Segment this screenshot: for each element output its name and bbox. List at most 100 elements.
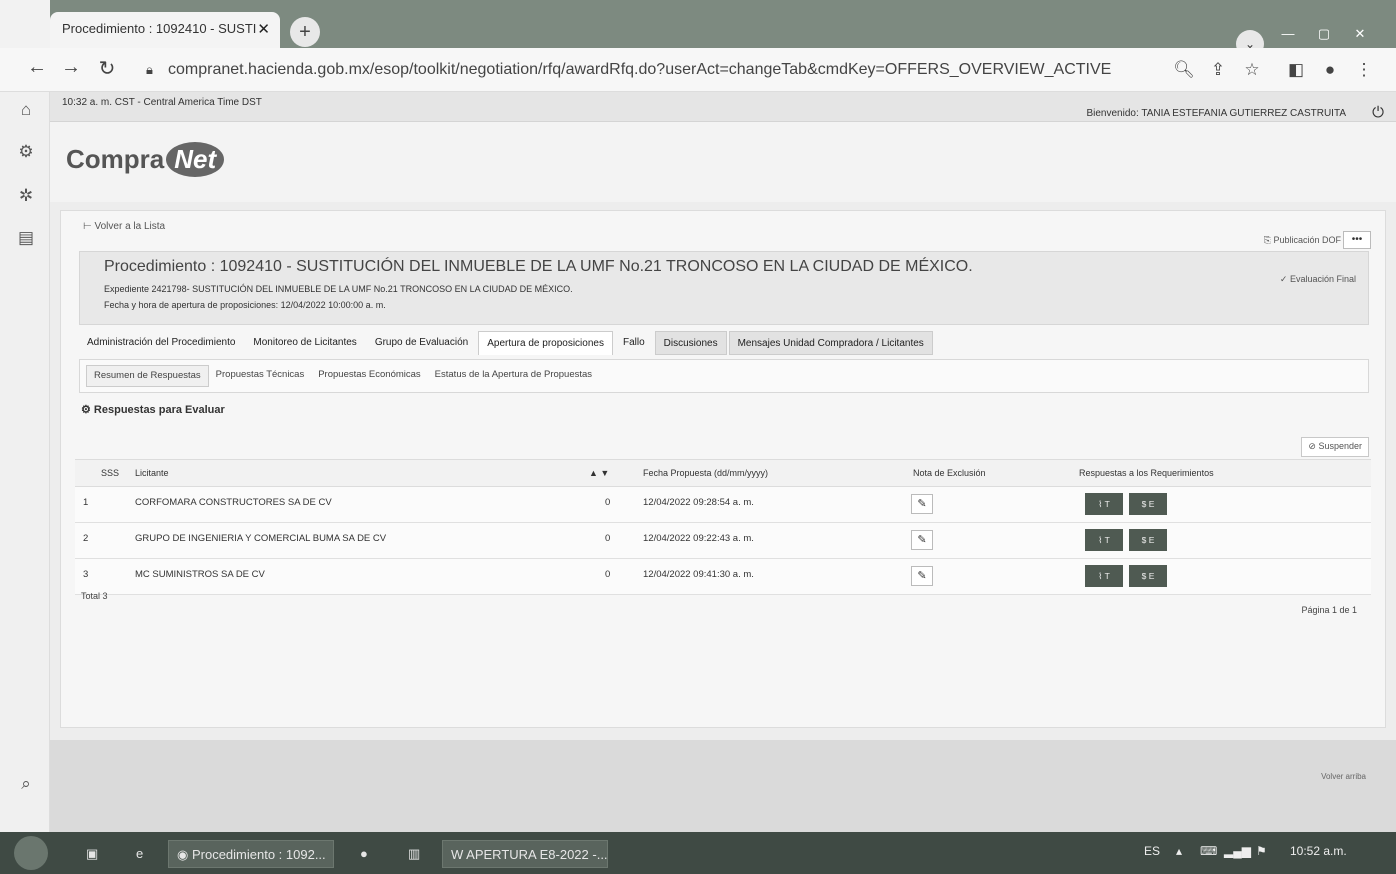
tab-grupo-evaluacion[interactable]: Grupo de Evaluación [367, 331, 476, 355]
col-num: SSS [101, 468, 120, 478]
row-licitante[interactable]: MC SUMINISTROS SA DE CV [135, 569, 265, 580]
evaluation-final-link[interactable]: ✓ Evaluación Final [1280, 274, 1356, 285]
language-indicator[interactable]: ES [1144, 844, 1160, 858]
suspend-button[interactable]: ⊘ Suspender [1301, 437, 1369, 457]
row-num: 2 [83, 533, 89, 544]
bookmark-star-icon[interactable]: ☆ [1240, 60, 1264, 80]
table-row: 2 GRUPO DE INGENIERIA Y COMERCIAL BUMA S… [75, 523, 1371, 559]
welcome-user: Bienvenido: TANIA ESTEFANIA GUTIERREZ CA… [1086, 108, 1346, 119]
pagination: Página 1 de 1 [1301, 605, 1357, 615]
btn-e-label: E [1148, 535, 1155, 545]
procedures-icon[interactable]: ⚙ [14, 142, 38, 166]
address-bar[interactable]: 🔒︎ compranet.hacienda.gob.mx/esop/toolki… [136, 56, 1156, 84]
window-close-icon[interactable]: ✕ [1342, 26, 1378, 44]
share-icon[interactable]: ⇪ [1206, 60, 1230, 80]
logo-net: Net [166, 142, 225, 177]
col-respuestas: Respuestas a los Requerimientos [1079, 468, 1214, 478]
table-header: SSS Licitante ▲ ▼ Fecha Propuesta (dd/mm… [75, 459, 1371, 487]
minimize-icon[interactable]: — [1270, 26, 1306, 44]
row-licitante[interactable]: CORFOMARA CONSTRUCTORES SA DE CV [135, 497, 332, 508]
forward-arrow-icon[interactable]: → [58, 56, 84, 79]
economic-response-button[interactable]: $ E [1129, 493, 1167, 515]
section-title: ⚙ Respuestas para Evaluar [81, 403, 225, 416]
edit-note-icon[interactable]: ✎ [911, 494, 933, 514]
search-icon[interactable]: ⌕ [14, 774, 38, 798]
lock-icon: 🔒︎ [146, 62, 153, 77]
subtab-tecnicas[interactable]: Propuestas Técnicas [209, 365, 312, 387]
tab-monitoreo[interactable]: Monitoreo de Licitantes [245, 331, 364, 355]
subtab-economicas[interactable]: Propuestas Económicas [311, 365, 427, 387]
procedure-card: ⊢ Volver a la Lista ⎘ Publicación DOF ••… [60, 210, 1386, 728]
tray-arrow-icon[interactable]: ▴ [1176, 844, 1182, 858]
zoom-icon[interactable]: 🔍︎ [1172, 60, 1196, 80]
taskbar-word-label: APERTURA E8-2022 -... [466, 847, 608, 862]
col-licitante[interactable]: Licitante [135, 468, 169, 478]
suspend-label: Suspender [1318, 441, 1362, 451]
row-licitante[interactable]: GRUPO DE INGENIERIA Y COMERCIAL BUMA SA … [135, 533, 386, 544]
sort-icon[interactable]: ▲ ▼ [589, 468, 609, 478]
edit-note-icon[interactable]: ✎ [911, 566, 933, 586]
economic-response-button[interactable]: $ E [1129, 529, 1167, 551]
dof-label: Publicación DOF [1273, 235, 1341, 245]
procedure-title: Procedimiento : 1092410 - SUSTITUCIÓN DE… [104, 258, 973, 275]
subtab-estatus[interactable]: Estatus de la Apertura de Propuestas [428, 365, 599, 387]
profile-icon[interactable]: ● [1318, 60, 1342, 80]
btn-t-label: T [1104, 499, 1110, 509]
settings-icon[interactable]: ✲ [14, 186, 38, 210]
back-to-top-link[interactable]: Volver arriba [1321, 772, 1366, 781]
reload-icon[interactable]: ↻ [94, 56, 120, 81]
browser-tab[interactable]: Procedimiento : 1092410 - SUSTI ✕ [50, 12, 280, 48]
signal-icon[interactable]: ▂▄▆ [1224, 844, 1251, 858]
col-nota: Nota de Exclusión [913, 468, 986, 478]
more-options-button[interactable]: ••• [1343, 231, 1371, 249]
taskbar-explorer-icon[interactable]: ▣ [78, 840, 106, 868]
procedure-tabs: Administración del Procedimiento Monitor… [79, 331, 935, 355]
tab-discusiones[interactable]: Discusiones [654, 331, 727, 355]
subtab-resumen[interactable]: Resumen de Respuestas [86, 365, 209, 387]
tab-close-icon[interactable]: ✕ [257, 20, 270, 38]
money-icon: $ [1141, 535, 1149, 545]
browser-titlebar: Procedimiento : 1092410 - SUSTI ✕ + ⌄ — … [0, 0, 1396, 58]
tab-mensajes[interactable]: Mensajes Unidad Compradora / Licitantes [728, 331, 933, 355]
header-logo-area: Compra Net [50, 122, 1396, 202]
windows-taskbar: ▣ e ◉ Procedimiento : 1092... ● ▥ W APER… [0, 832, 1396, 874]
btn-e-label: E [1148, 499, 1155, 509]
compranet-logo[interactable]: Compra Net [66, 142, 225, 177]
tab-administracion[interactable]: Administración del Procedimiento [79, 331, 243, 355]
back-to-list-link[interactable]: ⊢ Volver a la Lista [83, 221, 165, 232]
new-tab-button[interactable]: + [290, 17, 320, 47]
network-icon[interactable]: ⌨ [1200, 844, 1217, 858]
tab-apertura[interactable]: Apertura de proposiciones [478, 331, 613, 355]
page-content: 10:32 a. m. CST - Central America Time D… [50, 92, 1396, 832]
sidepanel-icon[interactable]: ◧ [1284, 60, 1308, 80]
taskbar-ie-icon[interactable]: e [128, 840, 151, 868]
maximize-icon[interactable]: ▢ [1306, 26, 1342, 44]
screen: Procedimiento : 1092410 - SUSTI ✕ + ⌄ — … [0, 0, 1396, 874]
economic-response-button[interactable]: $ E [1129, 565, 1167, 587]
technical-response-button[interactable]: ⌇ T [1085, 565, 1123, 587]
section-gear-icon: ⚙ [81, 404, 94, 416]
menu-kebab-icon[interactable]: ⋮ [1352, 60, 1376, 80]
taskbar-clock[interactable]: 10:52 a.m. [1290, 844, 1347, 858]
opening-date-text: Fecha y hora de apertura de proposicione… [104, 300, 386, 310]
edit-note-icon[interactable]: ✎ [911, 530, 933, 550]
home-icon[interactable]: ⌂ [14, 100, 38, 124]
technical-response-button[interactable]: ⌇ T [1085, 493, 1123, 515]
taskbar-folder-icon[interactable]: ▥ [400, 840, 428, 868]
btn-t-label: T [1104, 571, 1110, 581]
documents-icon[interactable]: ▤ [14, 228, 38, 252]
url-text: compranet.hacienda.gob.mx/esop/toolkit/n… [168, 61, 1112, 78]
start-button-icon[interactable] [14, 836, 48, 870]
technical-response-button[interactable]: ⌇ T [1085, 529, 1123, 551]
taskbar-browser-window[interactable]: ◉ Procedimiento : 1092... [168, 840, 334, 868]
col-fecha[interactable]: Fecha Propuesta (dd/mm/yyyy) [643, 468, 768, 478]
suspend-icon: ⊘ [1308, 441, 1319, 451]
flag-icon[interactable]: ⚑ [1256, 844, 1267, 858]
word-icon: W [451, 847, 467, 862]
taskbar-app-icon[interactable]: ● [352, 840, 376, 868]
back-arrow-icon[interactable]: ← [24, 56, 50, 79]
taskbar-word-window[interactable]: W APERTURA E8-2022 -... [442, 840, 608, 868]
logout-power-icon[interactable]: ⏻ [1372, 104, 1384, 121]
tab-fallo[interactable]: Fallo [615, 331, 653, 355]
dof-publication-link[interactable]: ⎘ Publicación DOF [1264, 235, 1341, 246]
